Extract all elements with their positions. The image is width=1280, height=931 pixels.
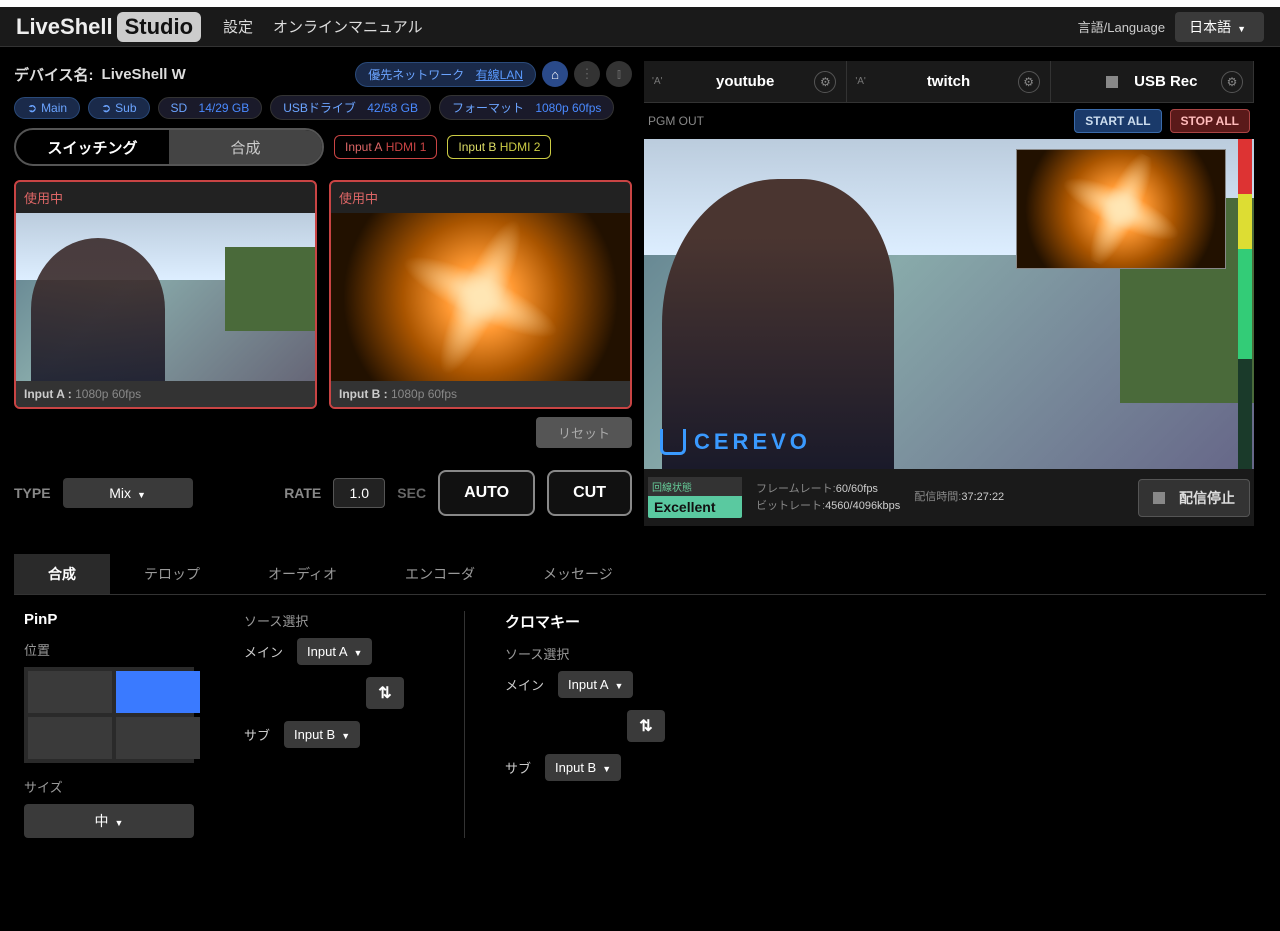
duration: 配信時間:37:27:22 — [914, 489, 1004, 506]
audio-meter — [1238, 139, 1252, 469]
pinp-size-select[interactable]: 中 — [24, 804, 194, 838]
pinp-title: PinP — [24, 611, 204, 628]
gear-icon[interactable]: ⚙ — [1221, 71, 1243, 93]
priority-network-pill[interactable]: 優先ネットワーク 有線LAN — [355, 62, 536, 87]
cerevo-watermark: CEREVO — [660, 429, 811, 455]
chroma-main-label: メイン — [505, 675, 544, 694]
pinp-position-grid — [24, 667, 194, 763]
chroma-source-label: ソース選択 — [505, 644, 685, 663]
tab-compose[interactable]: 合成 — [14, 554, 110, 594]
dest-twitch[interactable]: 'A' twitch ⚙ — [847, 61, 1050, 102]
pgm-out-label: PGM OUT — [648, 114, 704, 128]
rate-unit: SEC — [397, 485, 426, 501]
preview-b-image — [331, 213, 630, 381]
swap-icon[interactable]: ⇅ — [627, 710, 665, 742]
logo-text-1: LiveShell — [16, 14, 113, 40]
pos-top-left[interactable] — [28, 671, 112, 713]
type-select[interactable]: Mix — [63, 478, 193, 508]
home-icon[interactable]: ⌂ — [542, 61, 568, 87]
wifi-icon: ⋮ — [574, 61, 600, 87]
chroma-title: クロマキー — [505, 611, 685, 632]
chroma-main-select[interactable]: Input A — [558, 671, 633, 698]
device-name-label: デバイス名: — [14, 64, 94, 85]
preview-input-b[interactable]: 使用中 Input B : 1080p 60fps — [329, 180, 632, 409]
tab-audio[interactable]: オーディオ — [234, 554, 371, 594]
reset-button[interactable]: リセット — [536, 417, 632, 448]
mode-switching[interactable]: スイッチング — [16, 130, 169, 164]
gear-icon[interactable]: ⚙ — [814, 71, 836, 93]
input-a-badge: Input A HDMI 1 — [334, 135, 437, 159]
pinp-pos-label: 位置 — [24, 640, 204, 659]
dest-youtube[interactable]: 'A' youtube ⚙ — [644, 61, 847, 102]
bottom-tabs: 合成 テロップ オーディオ エンコーダ メッセージ — [14, 554, 1266, 595]
chromakey-section: クロマキー ソース選択 メイン Input A ⇅ サブ Input B — [505, 611, 685, 838]
stream-stats: フレームレート:60/60fps ビットレート:4560/4096kbps — [756, 481, 900, 514]
stop-icon — [1106, 76, 1118, 88]
sub-stream-pill[interactable]: ➲Sub — [88, 97, 149, 119]
tab-telop[interactable]: テロップ — [110, 554, 234, 594]
tab-message[interactable]: メッセージ — [509, 554, 647, 594]
destination-tabs: 'A' youtube ⚙ 'A' twitch ⚙ USB Rec ⚙ — [644, 61, 1254, 103]
swap-icon[interactable]: ⇅ — [366, 677, 404, 709]
tab-encoder[interactable]: エンコーダ — [371, 554, 509, 594]
pos-bottom-right[interactable] — [116, 717, 200, 759]
rate-label: RATE — [284, 485, 321, 501]
nav-manual[interactable]: オンラインマニュアル — [273, 16, 423, 37]
chroma-sub-select[interactable]: Input B — [545, 754, 621, 781]
cerevo-icon — [660, 429, 686, 455]
dest-usbrec[interactable]: USB Rec ⚙ — [1051, 61, 1254, 102]
mode-toggle: スイッチング 合成 — [14, 128, 324, 166]
app-header: LiveShell Studio 設定 オンラインマニュアル 言語/Langua… — [0, 7, 1280, 47]
pinp-main-label: メイン — [244, 642, 283, 661]
format-pill[interactable]: フォーマット 1080p 60fps — [439, 95, 614, 120]
chroma-sub-label: サブ — [505, 758, 531, 777]
input-b-badge: Input B HDMI 2 — [447, 135, 551, 159]
stop-all-button[interactable]: STOP ALL — [1170, 109, 1250, 133]
pos-top-right[interactable] — [116, 671, 200, 713]
connection-status: 回線状態 Excellent — [648, 477, 742, 518]
pip-overlay — [1016, 149, 1226, 269]
stop-icon — [1153, 492, 1165, 504]
gear-icon[interactable]: ⚙ — [1018, 71, 1040, 93]
signal-icon: ⫾ — [606, 61, 632, 87]
rate-input[interactable] — [333, 478, 385, 508]
nav-settings[interactable]: 設定 — [223, 16, 253, 37]
language-select[interactable]: 日本語 — [1175, 12, 1264, 42]
in-use-tag-b: 使用中 — [331, 182, 630, 213]
language-label: 言語/Language — [1078, 17, 1165, 36]
pinp-sub-label: サブ — [244, 725, 270, 744]
pgm-preview: CEREVO — [644, 139, 1254, 469]
mode-compose[interactable]: 合成 — [169, 130, 322, 164]
pos-bottom-left[interactable] — [28, 717, 112, 759]
auto-button[interactable]: AUTO — [438, 470, 535, 516]
pinp-source-label: ソース選択 — [244, 611, 424, 630]
in-use-tag-a: 使用中 — [16, 182, 315, 213]
start-all-button[interactable]: START ALL — [1074, 109, 1161, 133]
preview-a-image — [16, 213, 315, 381]
stop-stream-button[interactable]: 配信停止 — [1138, 479, 1250, 517]
type-label: TYPE — [14, 485, 51, 501]
device-name-value: LiveShell W — [102, 66, 186, 83]
pinp-main-select[interactable]: Input A — [297, 638, 372, 665]
pinp-size-label: サイズ — [24, 777, 204, 796]
pinp-section: PinP 位置 サイズ 中 — [24, 611, 204, 838]
usb-pill[interactable]: USBドライブ 42/58 GB — [270, 95, 431, 120]
logo-text-2: Studio — [117, 12, 201, 42]
pinp-sub-select[interactable]: Input B — [284, 721, 360, 748]
app-logo: LiveShell Studio — [16, 12, 201, 42]
preview-input-a[interactable]: 使用中 Input A : 1080p 60fps — [14, 180, 317, 409]
sd-pill[interactable]: SD 14/29 GB — [158, 97, 263, 119]
pinp-source-section: ソース選択 メイン Input A ⇅ サブ Input B — [244, 611, 424, 838]
priority-network-value[interactable]: 有線LAN — [476, 66, 523, 83]
cut-button[interactable]: CUT — [547, 470, 632, 516]
main-stream-pill[interactable]: ➲Main — [14, 97, 80, 119]
